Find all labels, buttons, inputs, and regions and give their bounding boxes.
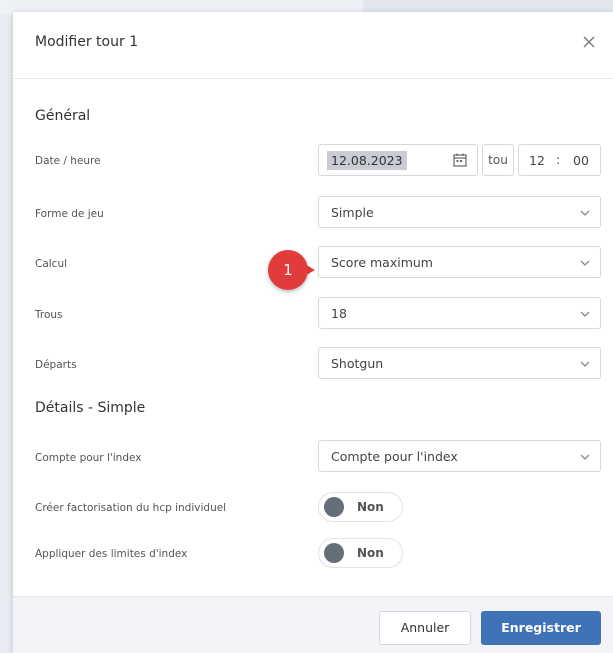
time-minute[interactable]: 00 bbox=[573, 153, 589, 168]
index-limits-label: Appliquer des limites d'index bbox=[35, 548, 188, 560]
counts-for-index-label: Compte pour l'index bbox=[35, 452, 142, 464]
save-button[interactable]: Enregistrer bbox=[481, 611, 601, 645]
calculation-label: Calcul bbox=[35, 258, 68, 270]
date-time-separator: tou bbox=[482, 144, 514, 176]
holes-select[interactable]: 18 bbox=[318, 297, 601, 329]
game-form-value: Simple bbox=[331, 205, 374, 220]
edit-round-dialog: Modifier tour 1 Général Date / heure 12.… bbox=[13, 12, 613, 653]
counts-for-index-value: Compte pour l'index bbox=[331, 449, 458, 464]
hcp-factor-toggle[interactable]: Non bbox=[318, 492, 403, 522]
calculation-value: Score maximum bbox=[331, 255, 433, 270]
hcp-factor-label: Créer factorisation du hcp individuel bbox=[35, 502, 227, 514]
date-value: 12.08.2023 bbox=[327, 151, 407, 170]
callout-badge: 1 bbox=[268, 250, 308, 290]
index-limits-toggle-label: Non bbox=[357, 546, 384, 560]
section-title-general: Général bbox=[35, 108, 91, 124]
cancel-button[interactable]: Annuler bbox=[379, 611, 471, 645]
close-icon bbox=[583, 36, 595, 48]
dialog-footer: Annuler Enregistrer bbox=[13, 596, 613, 653]
time-colon: : bbox=[556, 152, 561, 167]
chevron-down-icon bbox=[580, 361, 590, 367]
time-input[interactable]: 12 : 00 bbox=[518, 144, 601, 176]
starts-label: Départs bbox=[35, 359, 77, 371]
holes-value: 18 bbox=[331, 306, 347, 321]
holes-label: Trous bbox=[35, 309, 63, 321]
calendar-icon[interactable] bbox=[453, 153, 467, 167]
starts-select[interactable]: Shotgun bbox=[318, 347, 601, 379]
section-title-details: Détails - Simple bbox=[35, 400, 146, 416]
game-form-label: Forme de jeu bbox=[35, 208, 104, 220]
chevron-down-icon bbox=[580, 454, 590, 460]
dialog-title: Modifier tour 1 bbox=[35, 34, 139, 50]
close-button[interactable] bbox=[577, 30, 601, 54]
date-input[interactable]: 12.08.2023 bbox=[318, 144, 478, 176]
game-form-select[interactable]: Simple bbox=[318, 196, 601, 228]
dialog-header: Modifier tour 1 bbox=[13, 12, 613, 79]
date-time-label: Date / heure bbox=[35, 155, 101, 167]
starts-value: Shotgun bbox=[331, 356, 384, 371]
toggle-knob bbox=[324, 543, 344, 563]
index-limits-toggle[interactable]: Non bbox=[318, 538, 403, 568]
calculation-select[interactable]: Score maximum bbox=[318, 246, 601, 278]
chevron-down-icon bbox=[580, 260, 590, 266]
chevron-down-icon bbox=[580, 311, 590, 317]
chevron-down-icon bbox=[580, 210, 590, 216]
hcp-factor-toggle-label: Non bbox=[357, 500, 384, 514]
time-hour[interactable]: 12 bbox=[529, 153, 545, 168]
toggle-knob bbox=[324, 497, 344, 517]
counts-for-index-select[interactable]: Compte pour l'index bbox=[318, 440, 601, 472]
